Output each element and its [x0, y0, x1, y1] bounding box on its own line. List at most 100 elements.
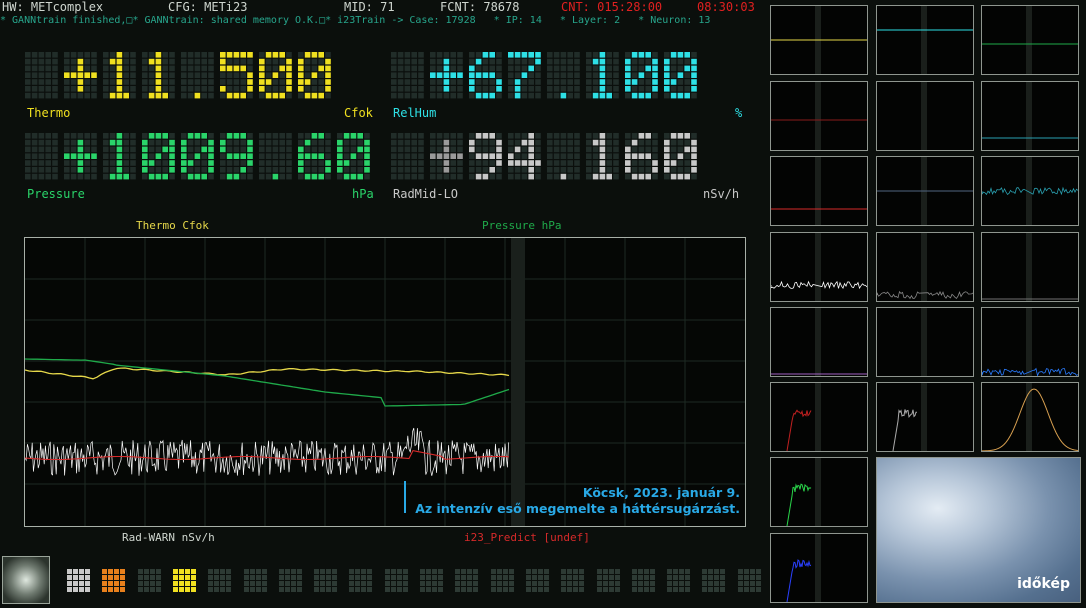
pressure-unit: hPa: [352, 187, 374, 201]
thumb-trace: [786, 559, 812, 602]
channel-button[interactable]: [67, 569, 91, 593]
channel-button[interactable]: [208, 569, 232, 593]
sensor-thumbnail[interactable]: [981, 382, 1079, 452]
display-char: [469, 133, 502, 180]
display-char: [391, 133, 424, 180]
display-char: [547, 52, 580, 99]
fcnt-label: FCNT: 78678: [440, 0, 520, 14]
display-char: [547, 133, 580, 180]
thermo-unit: Cfok: [344, 106, 373, 120]
channel-button[interactable]: [455, 569, 479, 593]
display-char: [25, 52, 58, 99]
idokep-logo: időkép: [1017, 576, 1070, 592]
sensor-thumbnail[interactable]: [770, 156, 868, 226]
annotation-line-1: Köcsk, 2023. január 9.: [582, 485, 740, 500]
channel-button[interactable]: [525, 569, 550, 593]
sensor-thumbnail[interactable]: [981, 156, 1079, 226]
channel-button[interactable]: [137, 569, 162, 593]
channel-button[interactable]: [561, 569, 585, 593]
display-char: [337, 133, 370, 180]
display-char: [586, 133, 619, 180]
channel-button[interactable]: [384, 569, 409, 593]
display-char: [664, 52, 697, 99]
trend-plot: [24, 238, 745, 526]
sensor-thumbnail[interactable]: [876, 81, 974, 151]
radmid-display: [391, 133, 703, 181]
annotation-line-2: Az intenzív eső megemelte a háttérsugárz…: [415, 501, 740, 516]
sensor-thumbnail[interactable]: [770, 533, 868, 603]
sensor-thumbnail[interactable]: [770, 81, 868, 151]
channel-button[interactable]: [667, 569, 691, 593]
mid-label: MID: 71: [344, 0, 395, 14]
channel-button[interactable]: [596, 569, 621, 593]
display-char: [64, 52, 97, 99]
display-char: [25, 133, 58, 180]
thumb-trace: [786, 409, 812, 451]
channel-button[interactable]: [102, 569, 126, 593]
sensor-thumbnail[interactable]: [770, 457, 868, 527]
cnt-label: CNT: 015:28:00: [561, 0, 663, 14]
channel-button[interactable]: [349, 569, 373, 593]
display-char: [181, 52, 214, 99]
channel-button[interactable]: [702, 569, 726, 593]
display-char: [259, 52, 292, 99]
channel-button[interactable]: [278, 569, 303, 593]
annotation: Köcsk, 2023. január 9. Az intenzív eső m…: [415, 485, 740, 517]
display-char: [625, 133, 658, 180]
channel-button[interactable]: [314, 569, 338, 593]
sensor-thumbnail[interactable]: [981, 232, 1079, 302]
display-char: [142, 133, 175, 180]
sensor-thumbnail[interactable]: [770, 382, 868, 452]
sensor-thumbnail[interactable]: [981, 5, 1079, 75]
sensor-thumbnail[interactable]: [876, 382, 974, 452]
chart-label-radiation: Rad-WARN nSv/h: [122, 531, 215, 544]
chart-label-pressure: Pressure hPa: [482, 219, 562, 232]
sensor-thumbnail[interactable]: [770, 307, 868, 377]
pressure-series: [24, 358, 510, 407]
thermo-series: [24, 367, 510, 380]
display-char: [508, 52, 541, 99]
thermo-label: Thermo: [27, 106, 71, 120]
display-char: [430, 52, 463, 99]
system-logo-icon[interactable]: [2, 556, 50, 604]
display-char: [298, 52, 331, 99]
channel-button[interactable]: [737, 569, 762, 593]
info-ticker: * GANNtrain finished,□* GANNtrain: share…: [0, 15, 711, 26]
radmid-unit: nSv/h: [703, 187, 740, 201]
sensor-thumbnail[interactable]: [876, 232, 974, 302]
channel-button[interactable]: [631, 569, 656, 593]
sky-camera-photo: időkép: [876, 457, 1081, 603]
chart-label-thermo: Thermo Cfok: [136, 219, 209, 232]
hw-label: HW: METcomplex: [2, 0, 104, 14]
sensor-thumbnail[interactable]: [876, 156, 974, 226]
thermo-display: [25, 52, 337, 100]
channel-button[interactable]: [420, 569, 444, 593]
display-char: [220, 133, 253, 180]
channel-button[interactable]: [490, 569, 515, 593]
display-char: [625, 52, 658, 99]
display-char: [103, 133, 136, 180]
display-char: [142, 52, 175, 99]
display-char: [586, 52, 619, 99]
display-char: [664, 133, 697, 180]
pressure-label: Pressure: [27, 187, 85, 201]
channel-button[interactable]: [243, 569, 268, 593]
thumb-trace: [786, 483, 812, 526]
relhum-unit: %: [735, 106, 743, 120]
main-trend-chart: [24, 237, 746, 527]
sensor-thumbnail[interactable]: [770, 5, 868, 75]
display-char: [103, 52, 136, 99]
sensor-thumbnail[interactable]: [981, 81, 1079, 151]
sensor-thumbnail[interactable]: [876, 5, 974, 75]
thumb-trace: [892, 409, 917, 451]
relhum-display: [391, 52, 703, 100]
display-char: [391, 52, 424, 99]
chart-label-predict: i23_Predict [undef]: [464, 531, 590, 544]
radmid-label: RadMid-LO: [393, 187, 459, 201]
channel-button[interactable]: [172, 569, 197, 593]
sensor-thumbnail[interactable]: [770, 232, 868, 302]
sensor-thumbnail[interactable]: [981, 307, 1079, 377]
display-char: [508, 133, 541, 180]
pressure-display: [25, 133, 376, 181]
sensor-thumbnail[interactable]: [876, 307, 974, 377]
